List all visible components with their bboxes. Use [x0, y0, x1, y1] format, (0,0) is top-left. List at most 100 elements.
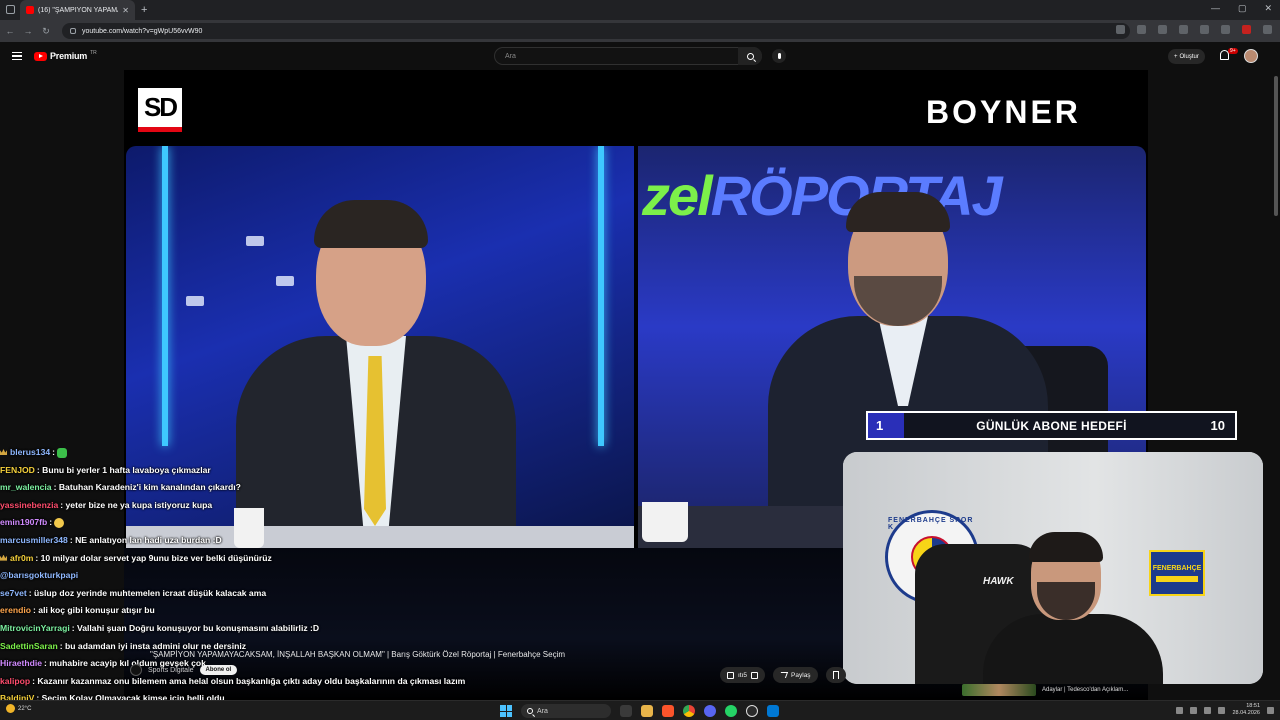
like-button[interactable]: ıtı5	[720, 667, 766, 683]
related-title: Adaylar | Tedesco'dan Açıklam...	[1042, 687, 1129, 693]
taskbar-search-label: Ara	[537, 707, 548, 715]
new-tab-icon[interactable]: +	[141, 4, 147, 16]
chat-message: erendio: ali koç gibi konuşur atışır bu	[0, 602, 620, 620]
chat-message: mr_walencia: Batuhan Karadeniz'i kim kan…	[0, 479, 620, 497]
channel-name[interactable]: Sports Digitale	[148, 667, 194, 674]
plus-icon: +	[1174, 53, 1178, 60]
create-button[interactable]: + Oluştur	[1168, 49, 1205, 64]
emote-icon	[54, 518, 65, 529]
notification-center-icon[interactable]	[1267, 706, 1274, 714]
chat-username[interactable]: @barısgokturkpapi	[0, 570, 78, 580]
share-button[interactable]: Paylaş	[773, 667, 818, 683]
profile-icon[interactable]	[1242, 25, 1251, 34]
tab-close-icon[interactable]: ✕	[122, 6, 129, 15]
battery-icon[interactable]	[1218, 706, 1226, 714]
volume-icon[interactable]	[1204, 706, 1212, 714]
taskbar-search[interactable]: Ara	[521, 704, 611, 718]
thumbs-down-icon[interactable]	[751, 671, 759, 679]
related-thumbnail	[962, 684, 1036, 696]
file-explorer-icon[interactable]	[641, 705, 653, 717]
tray-arrow-icon[interactable]	[1176, 706, 1184, 714]
search-input[interactable]: Ara	[494, 47, 762, 65]
start-icon[interactable]	[500, 705, 512, 717]
search-icon	[527, 708, 533, 714]
chat-username[interactable]: kalipop	[0, 676, 30, 686]
forward-icon[interactable]: →	[20, 26, 36, 36]
youtube-play-icon	[34, 51, 47, 61]
chrome-icon[interactable]	[683, 705, 695, 717]
chat-username[interactable]: afr0m	[10, 553, 33, 563]
studio-light-bar	[598, 146, 604, 446]
search-button[interactable]	[738, 47, 762, 65]
minimize-icon[interactable]: —	[1211, 3, 1220, 14]
share-page-icon[interactable]	[1158, 25, 1167, 34]
chat-text: : üslup doz yerinde muhtemelen icraat dü…	[28, 587, 267, 598]
save-icon	[832, 671, 839, 679]
clock[interactable]: 18:51 28.04.2026	[1232, 703, 1260, 717]
save-button[interactable]	[825, 667, 846, 683]
back-icon[interactable]: ←	[2, 26, 18, 36]
chat-text: : Bunu bi yerler 1 hafta lavaboya çıkmaz…	[36, 464, 211, 475]
chat-username[interactable]: SadettinSaran	[0, 641, 58, 651]
whatsapp-icon[interactable]	[725, 705, 737, 717]
task-view-icon[interactable]	[620, 705, 632, 717]
bookmark-star-icon[interactable]	[1179, 25, 1188, 34]
subscribe-button[interactable]: Abone ol	[199, 665, 238, 675]
network-icon[interactable]	[1190, 706, 1198, 714]
tab-title: (16) "ŞAMPİYON YAPAMAY...	[38, 6, 118, 14]
youtube-favicon-icon	[26, 6, 34, 14]
chat-message: emin1907fb:	[0, 514, 620, 532]
account-avatar[interactable]	[1244, 49, 1258, 63]
chat-message: MitrovicinYarragi: Vallahi şuan Doğru ko…	[0, 620, 620, 638]
chat-username[interactable]: blerus134	[10, 447, 50, 457]
related-video[interactable]: Adaylar | Tedesco'dan Açıklam...	[962, 684, 1128, 696]
youtube-logo[interactable]: Premium TR	[34, 50, 97, 61]
sidebar-icon[interactable]	[1221, 25, 1230, 34]
chat-username[interactable]: mr_walencia	[0, 482, 52, 492]
chat-username[interactable]: MitrovicinYarragi	[0, 623, 70, 633]
channel-avatar[interactable]	[130, 664, 142, 676]
zoom-icon[interactable]	[1137, 25, 1146, 34]
thumbs-up-icon	[727, 671, 734, 679]
browser-tab[interactable]: (16) "ŞAMPİYON YAPAMAY... ✕	[20, 0, 135, 20]
hamburger-menu-icon[interactable]	[12, 52, 22, 60]
chat-username[interactable]: emin1907fb	[0, 517, 47, 527]
chat-message: afr0m: 10 milyar dolar servet yap 9unu b…	[0, 550, 620, 568]
tab-actions-icon[interactable]	[6, 5, 15, 14]
goal-current: 1	[868, 413, 904, 438]
video-title: "ŞAMPİYON YAPAMAYACAKSAM, İNŞALLAH BAŞKA…	[150, 650, 566, 659]
chat-username[interactable]: Hiraethdie	[0, 658, 42, 668]
chat-text: : Vallahi şuan Doğru konuşuyor bu konuşm…	[71, 622, 320, 633]
video-actions: ıtı5 Paylaş	[720, 667, 846, 683]
brave-browser-icon[interactable]	[662, 705, 674, 717]
menu-icon[interactable]	[1263, 25, 1272, 34]
voice-search-icon[interactable]	[772, 49, 786, 63]
chat-username[interactable]: marcusmiller348	[0, 535, 68, 545]
maximize-icon[interactable]: ▢	[1238, 3, 1247, 14]
notification-badge: 9+	[1228, 48, 1238, 54]
url-text: youtube.com/watch?v=gWpU56vvW90	[82, 27, 203, 35]
fenerbahce-flag: FENERBAHÇE	[1149, 550, 1205, 596]
chat-username[interactable]: FENJOD	[0, 465, 35, 475]
clock-date: 28.04.2026	[1232, 710, 1260, 716]
store-icon[interactable]	[767, 705, 779, 717]
sd-logo: SD	[138, 88, 182, 132]
address-bar[interactable]: youtube.com/watch?v=gWpU56vvW90	[62, 23, 1130, 39]
page-scrollbar[interactable]	[1272, 70, 1280, 700]
close-window-icon[interactable]: ✕	[1264, 3, 1272, 14]
site-info-icon[interactable]	[70, 28, 76, 34]
reload-icon[interactable]: ↻	[38, 26, 54, 37]
cast-icon[interactable]	[1116, 25, 1125, 34]
chat-username[interactable]: erendio	[0, 605, 31, 615]
goal-title: GÜNLÜK ABONE HEDEFİ	[976, 418, 1127, 433]
weather-widget[interactable]: 22°C	[6, 704, 31, 713]
chair-brand: HAWK	[983, 576, 1014, 587]
extensions-icon[interactable]	[1200, 25, 1209, 34]
obs-icon[interactable]	[746, 705, 758, 717]
chat-text: :	[52, 447, 56, 457]
search-icon	[746, 52, 754, 60]
chat-username[interactable]: yassinebenzia	[0, 500, 58, 510]
chat-message: marcusmiller348: NE anlatıyon lan hadi u…	[0, 532, 620, 550]
chat-username[interactable]: se7vet	[0, 588, 27, 598]
discord-icon[interactable]	[704, 705, 716, 717]
